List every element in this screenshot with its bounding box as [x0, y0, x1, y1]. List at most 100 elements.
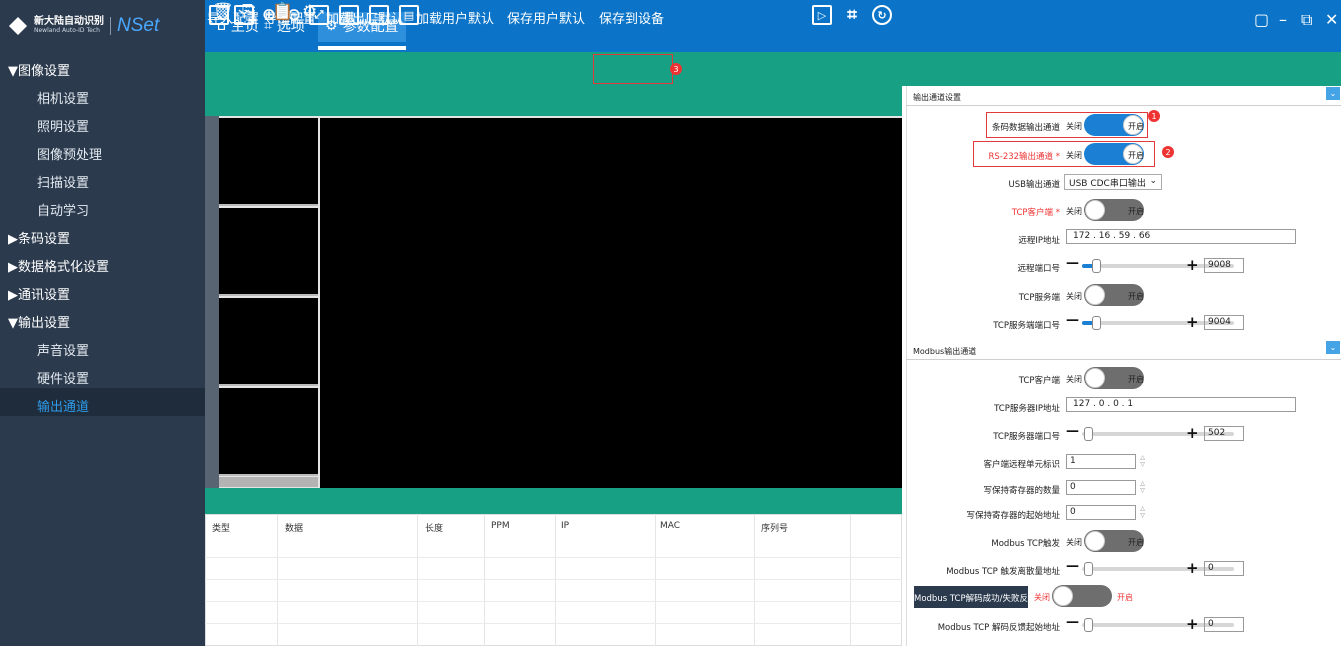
table-row[interactable] [205, 557, 902, 558]
minimize-icon[interactable]: – [1279, 10, 1287, 29]
spin-arrows-icon[interactable]: △ ▽ [1138, 454, 1147, 469]
save-device-highlight [593, 54, 673, 84]
modbus-trigger-label: Modbus TCP触发 [991, 539, 1060, 549]
modbus-server-ip-label: TCP服务器IP地址 [994, 404, 1060, 414]
unit-id-label: 客户端远程单元标识 [983, 460, 1060, 470]
sidebar-item-hardware[interactable]: 硬件设置 [37, 368, 89, 387]
load-user-button[interactable]: 加载用户默认 [416, 8, 494, 27]
decrement-icon[interactable]: — [1066, 615, 1079, 630]
unit-id-input[interactable]: 1 [1066, 454, 1136, 469]
output-section-header[interactable]: 输出通道设置 ⌄ [906, 86, 1341, 106]
sidebar-item-comm[interactable]: ▶通讯设置 [8, 284, 70, 303]
chevron-down-icon[interactable]: ⌄ [1326, 341, 1340, 354]
sidebar-item-scan[interactable]: 扫描设置 [37, 172, 89, 191]
sidebar-item-image-settings[interactable]: ▼图像设置 [8, 60, 70, 79]
table-row[interactable] [205, 623, 902, 624]
table-row[interactable] [205, 601, 902, 602]
decrement-icon[interactable]: — [1066, 559, 1079, 574]
slider-thumb[interactable] [1084, 427, 1093, 441]
increment-icon[interactable]: + [1186, 559, 1199, 577]
increment-icon[interactable]: + [1186, 424, 1199, 442]
table-header-type: 类型 [212, 524, 231, 534]
main-image-display[interactable] [320, 118, 902, 488]
play-icon[interactable]: ▷ [812, 5, 832, 25]
increment-icon[interactable]: + [1186, 256, 1199, 274]
modbus-server-ip-input[interactable]: 127 . 0 . 0 . 1 [1066, 397, 1296, 412]
table-col-divider [484, 514, 485, 646]
load-factory-button[interactable]: 加载出厂默认 [326, 8, 404, 27]
trigger-addr-input[interactable]: 0 [1204, 561, 1244, 576]
sidebar-item-camera[interactable]: 相机设置 [37, 88, 89, 107]
copy-icon[interactable]: ⎘ [242, 2, 256, 22]
save-device-button[interactable]: 保存到设备 [599, 8, 664, 27]
table-col-divider [555, 514, 556, 646]
slider-thumb[interactable] [1092, 259, 1101, 273]
logo-diamond-icon [8, 16, 28, 36]
reg-start-label: 写保持寄存器的起始地址 [966, 511, 1060, 521]
sidebar-item-output[interactable]: ▼输出设置 [8, 312, 70, 331]
highlight-box-1 [986, 112, 1148, 138]
sidebar-item-sound[interactable]: 声音设置 [37, 340, 89, 359]
trash-icon[interactable]: 🗑 [212, 2, 234, 22]
spin-arrows-icon[interactable]: △ ▽ [1138, 505, 1147, 520]
toggle-knob [1085, 531, 1105, 551]
feedback-addr-input[interactable]: 0 [1204, 617, 1244, 632]
restore-icon[interactable]: ⧉ [1301, 10, 1312, 30]
reg-count-input[interactable]: 0 [1066, 480, 1136, 495]
save-icon[interactable]: ▭ [369, 5, 389, 25]
modbus-server-port-input[interactable]: 502 [1204, 426, 1244, 441]
sidebar-item-autolearn[interactable]: 自动学习 [37, 200, 89, 219]
spin-arrows-icon[interactable]: △ ▽ [1138, 480, 1147, 495]
sidebar-item-dataformat[interactable]: ▶数据格式化设置 [8, 256, 109, 275]
slider-thumb[interactable] [1084, 618, 1093, 632]
image-icon[interactable]: ▦ [339, 5, 359, 25]
modbus-section-header[interactable]: Modbus输出通道 ⌄ [906, 340, 1341, 360]
close-icon[interactable]: ✕ [1325, 10, 1338, 29]
result-toolbar [205, 488, 902, 514]
switch-off-text: 关闭 [1066, 375, 1082, 384]
thumbnail-3[interactable] [219, 298, 318, 386]
increment-icon[interactable]: + [1186, 313, 1199, 331]
decrement-icon[interactable]: — [1066, 313, 1079, 328]
viewer-toolbar [205, 86, 902, 116]
remote-port-input[interactable]: 9008 [1204, 258, 1244, 273]
decrement-icon[interactable]: — [1066, 424, 1079, 439]
crop-icon[interactable]: ⌗ [842, 5, 862, 25]
nav-active-underline [318, 46, 406, 50]
highlight-box-2 [973, 141, 1155, 167]
decrement-icon[interactable]: — [1066, 256, 1079, 271]
info-icon[interactable]: ▢ [1254, 10, 1269, 29]
table-row[interactable] [205, 579, 902, 580]
sidebar-item-lighting[interactable]: 照明设置 [37, 116, 89, 135]
save-user-button[interactable]: 保存用户默认 [507, 8, 585, 27]
feedback-addr-label: Modbus TCP 解码反馈起始地址 [937, 623, 1060, 633]
chevron-down-icon[interactable]: ⌄ [1326, 87, 1340, 100]
thumbnail-scrollbar[interactable] [219, 477, 318, 487]
increment-icon[interactable]: + [1186, 615, 1199, 633]
thumbnail-1[interactable] [219, 118, 318, 206]
logo-en-text: Newland Auto-ID Tech [34, 27, 100, 34]
filter-settings-icon[interactable]: ⚙ [302, 2, 317, 22]
app-logo: 新大陆自动识别 Newland Auto-ID Tech NSet [0, 0, 205, 52]
thumbnail-4[interactable] [219, 388, 318, 476]
usb-output-select[interactable]: USB CDC串口输出 ⌄ [1064, 174, 1162, 190]
trigger-addr-label: Modbus TCP 触发离散量地址 [946, 567, 1060, 577]
table-col-divider [417, 514, 418, 646]
sidebar-item-barcode[interactable]: ▶条码设置 [8, 228, 70, 247]
slider-thumb[interactable] [1092, 316, 1101, 330]
usb-output-value: USB CDC串口输出 [1069, 179, 1146, 189]
reg-start-input[interactable]: 0 [1066, 505, 1136, 520]
sidebar-item-channel[interactable]: 输出通道 [37, 396, 89, 415]
sidebar-item-preprocess[interactable]: 图像预处理 [37, 144, 102, 163]
remote-ip-input[interactable]: 172 . 16 . 59 . 66 [1066, 229, 1296, 244]
slider-thumb[interactable] [1084, 562, 1093, 576]
clipboard-icon[interactable]: 📋 [272, 2, 293, 22]
save-all-icon[interactable]: ▤ [399, 5, 419, 25]
thumbnail-2[interactable] [219, 208, 318, 296]
refresh-icon[interactable]: ↻ [872, 5, 892, 25]
table-header-serial: 序列号 [761, 524, 789, 534]
remote-ip-label: 远程IP地址 [1018, 236, 1060, 246]
feedback-toggle[interactable] [1052, 585, 1112, 607]
switch-on-text: 开启 [1128, 375, 1144, 384]
tcp-server-port-input[interactable]: 9004 [1204, 315, 1244, 330]
